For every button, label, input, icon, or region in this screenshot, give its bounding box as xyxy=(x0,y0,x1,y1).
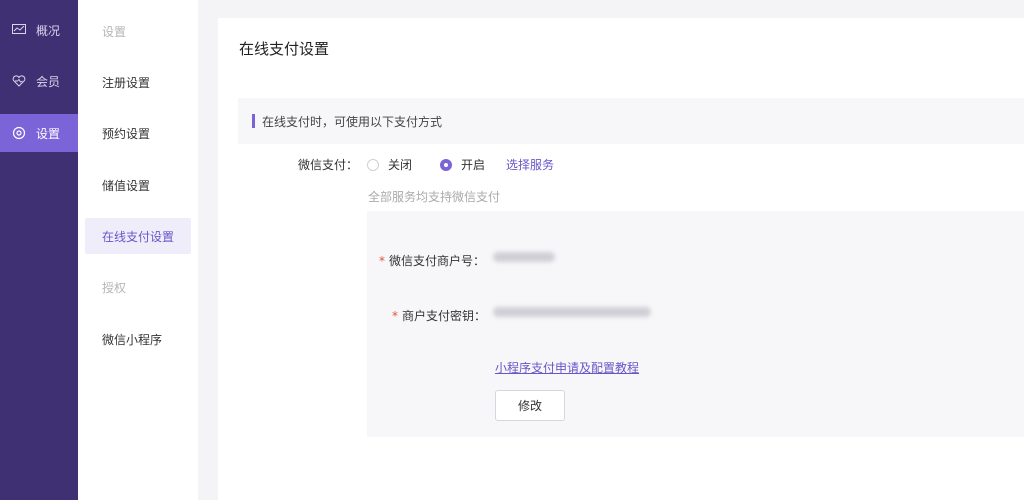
submenu-item-registration[interactable]: 注册设置 xyxy=(85,64,191,100)
wechat-pay-on-radio[interactable]: 开启 xyxy=(440,156,485,173)
wechat-pay-config-panel: * 微信支付商户号： * 商户支付密钥： 小程序支付申请及配置教程 修改 xyxy=(367,211,1024,437)
notice-accent-bar xyxy=(252,114,255,128)
submenu-item-online-payment[interactable]: 在线支付设置 xyxy=(85,218,191,254)
merchant-id-value-redacted xyxy=(493,252,555,262)
nav-item-settings[interactable]: 设置 xyxy=(0,114,78,152)
select-service-link[interactable]: 选择服务 xyxy=(506,156,554,173)
submenu-item-stored-value[interactable]: 储值设置 xyxy=(85,167,191,203)
edit-button[interactable]: 修改 xyxy=(495,390,565,421)
page-title: 在线支付设置 xyxy=(239,40,330,58)
wechat-pay-label: 微信支付： xyxy=(298,158,359,172)
wechat-pay-off-radio[interactable]: 关闭 xyxy=(367,156,412,173)
settings-submenu: 设置 注册设置 预约设置 储值设置 在线支付设置 授权 微信小程序 xyxy=(78,0,198,500)
required-asterisk: * xyxy=(379,254,385,268)
main-nav: 概况 会员 设置 xyxy=(0,0,78,500)
payment-notice: 在线支付时，可使用以下支付方式 xyxy=(238,98,1024,144)
notice-text: 在线支付时，可使用以下支付方式 xyxy=(262,114,443,129)
radio-circle-icon xyxy=(367,158,379,171)
heart-icon xyxy=(12,74,26,88)
merchant-key-label: * 商户支付密钥： xyxy=(392,309,487,323)
main-content: 在线支付设置 在线支付时，可使用以下支付方式 微信支付： 关闭 开启 选择服务 … xyxy=(218,18,1024,500)
submenu-item-mini-program[interactable]: 微信小程序 xyxy=(85,321,191,357)
submenu-item-authorization[interactable]: 授权 xyxy=(85,269,191,305)
nav-item-label: 概况 xyxy=(36,23,61,38)
wechat-pay-hint: 全部服务均支持微信支付 xyxy=(368,190,501,204)
radio-checked-icon xyxy=(440,158,452,171)
submenu-heading-settings: 设置 xyxy=(102,24,127,39)
submenu-item-booking[interactable]: 预约设置 xyxy=(85,115,191,151)
merchant-key-value-redacted xyxy=(493,307,651,317)
settings-circle-icon xyxy=(12,126,26,140)
nav-item-label: 会员 xyxy=(36,74,61,89)
required-asterisk: * xyxy=(392,309,398,323)
nav-item-label: 设置 xyxy=(36,126,61,141)
nav-item-overview[interactable]: 概况 xyxy=(0,11,78,49)
radio-label: 开启 xyxy=(461,158,486,172)
chart-icon xyxy=(12,23,26,37)
radio-label: 关闭 xyxy=(388,158,413,172)
merchant-id-label: * 微信支付商户号： xyxy=(379,254,486,268)
nav-item-members[interactable]: 会员 xyxy=(0,62,78,100)
tutorial-link[interactable]: 小程序支付申请及配置教程 xyxy=(495,359,639,376)
